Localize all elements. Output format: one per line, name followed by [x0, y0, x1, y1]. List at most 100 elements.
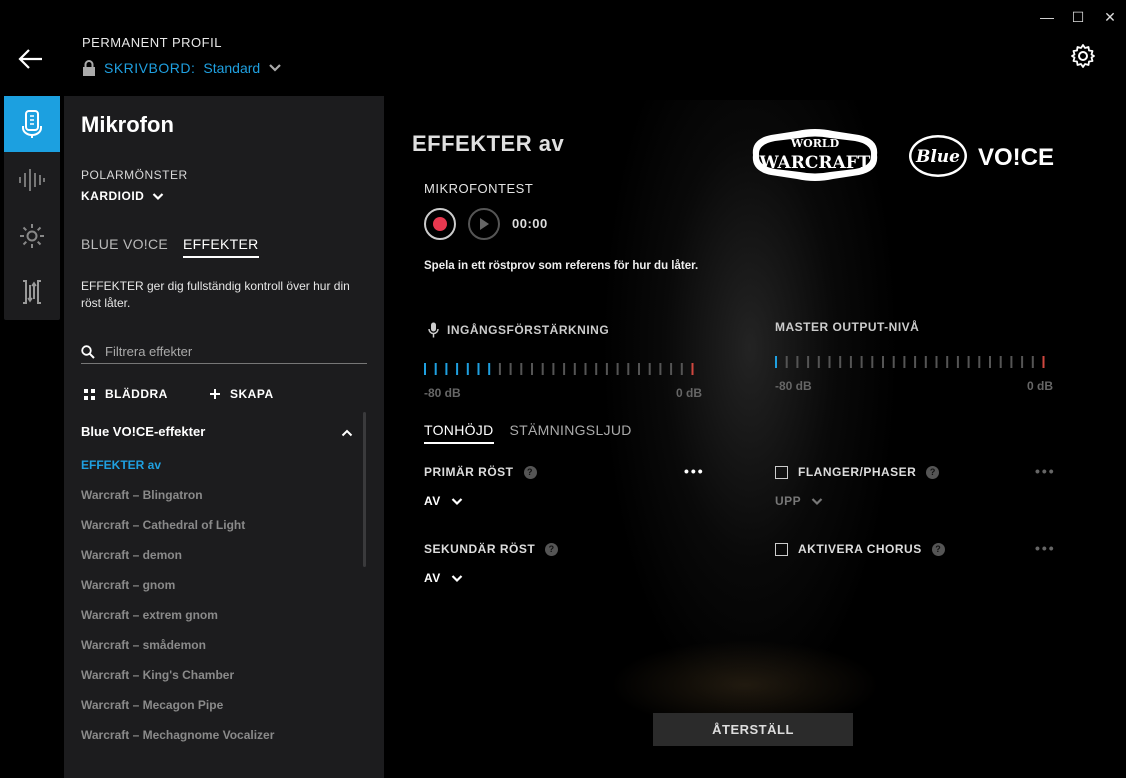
meter-segment [680, 363, 683, 375]
effect-item[interactable]: Warcraft – demon [81, 548, 351, 578]
meter-segment [914, 356, 917, 368]
record-button[interactable] [424, 208, 456, 240]
minimize-button[interactable]: — [1036, 6, 1058, 28]
nav-equalizer[interactable] [4, 152, 60, 208]
profile-name: Standard [203, 60, 261, 76]
browse-button[interactable]: BLÄDDRA [84, 387, 168, 401]
meter-segment [860, 356, 863, 368]
polar-pattern-value: KARDIOID [81, 189, 145, 203]
chorus-checkbox[interactable] [775, 542, 788, 556]
play-button[interactable] [468, 208, 500, 240]
effects-scrollbar[interactable] [363, 412, 366, 567]
effect-item[interactable]: Warcraft – Blingatron [81, 488, 351, 518]
meter-segment [849, 356, 852, 368]
filter-input[interactable]: Filtrera effekter [105, 344, 192, 359]
close-icon: ✕ [1104, 8, 1116, 25]
tab-effects[interactable]: EFFEKTER [183, 236, 259, 258]
input-gain-meter[interactable] [422, 362, 702, 376]
flanger-label: FLANGER/PHASER [798, 465, 917, 479]
meter-segment [605, 363, 608, 375]
effect-item[interactable]: Warcraft – Mecagon Pipe [81, 698, 351, 728]
tab-blue-voice[interactable]: BLUE VO!CE [81, 236, 168, 252]
input-gain-min: -80 dB [424, 386, 461, 400]
nav-microphone[interactable] [4, 96, 60, 152]
meter-segment [477, 363, 480, 375]
polar-pattern-dropdown[interactable]: KARDIOID [81, 189, 164, 203]
meter-segment [573, 363, 576, 375]
plus-icon [210, 389, 220, 399]
help-icon[interactable]: ? [523, 465, 537, 479]
help-icon[interactable]: ? [926, 465, 940, 479]
meter-segment [434, 363, 437, 375]
polar-pattern-label: POLARMÖNSTER [81, 168, 188, 182]
flanger-dropdown[interactable]: UPP [775, 494, 823, 508]
maximize-button[interactable]: ☐ [1067, 6, 1089, 28]
nav-assignments[interactable] [4, 264, 60, 320]
effect-item[interactable]: Warcraft – Cathedral of Light [81, 518, 351, 548]
input-gain-text: INGÅNGSFÖRSTÄRKNING [447, 323, 610, 337]
secondary-voice-dropdown[interactable]: AV [424, 571, 463, 585]
flanger-more-button[interactable]: ••• [1035, 463, 1056, 479]
meter-segment [785, 356, 788, 368]
play-icon [480, 218, 489, 230]
search-icon [81, 344, 95, 359]
profile-selector[interactable]: SKRIVBORD: Standard [82, 60, 282, 76]
meter-segment [670, 363, 673, 375]
close-button[interactable]: ✕ [1099, 6, 1121, 28]
help-icon[interactable]: ? [931, 542, 945, 556]
tab-ambience[interactable]: STÄMNINGSLJUD [510, 422, 632, 444]
blue-voice-logo: Blue VO!CE [909, 135, 1054, 177]
meter-segment [488, 363, 491, 375]
meter-segment [541, 363, 544, 375]
nav-lighting[interactable] [4, 208, 60, 264]
meter-segment [627, 363, 630, 375]
effect-item[interactable]: Warcraft – smådemon [81, 638, 351, 668]
effect-item[interactable]: Warcraft – gnom [81, 578, 351, 608]
profile-label: PERMANENT PROFIL [82, 35, 222, 50]
primary-voice-dropdown[interactable]: AV [424, 494, 463, 508]
master-output-max: 0 dB [1026, 379, 1053, 393]
effect-group-title[interactable]: Blue VO!CE-effekter [81, 424, 205, 439]
create-button[interactable]: SKAPA [210, 387, 274, 401]
meter-segment [466, 363, 469, 375]
waveform-icon [19, 169, 45, 191]
back-arrow-icon[interactable] [18, 46, 44, 72]
blue-logo-text: Blue [915, 147, 960, 167]
meter-segment [616, 363, 619, 375]
input-gain-scale: -80 dB 0 dB [424, 386, 702, 400]
browse-label: BLÄDDRA [105, 387, 168, 401]
meter-segment [871, 356, 874, 368]
meter-segment [584, 363, 587, 375]
master-output-meter[interactable] [773, 355, 1053, 369]
minimize-icon: — [1040, 9, 1054, 25]
tab-pitch[interactable]: TONHÖJD [424, 422, 494, 444]
effect-item[interactable]: EFFEKTER av [81, 458, 351, 488]
help-icon[interactable]: ? [545, 542, 559, 556]
sliders-icon [23, 280, 41, 304]
profile-device: SKRIVBORD: [104, 60, 196, 76]
meter-segment [552, 363, 555, 375]
meter-segment [456, 363, 459, 375]
effect-item[interactable]: Warcraft – King's Chamber [81, 668, 351, 698]
flanger-checkbox[interactable] [775, 465, 788, 479]
primary-voice-more-button[interactable]: ••• [684, 463, 705, 479]
meter-segment [924, 356, 927, 368]
filter-field[interactable]: Filtrera effekter [81, 340, 367, 364]
effect-item[interactable]: Warcraft – extrem gnom [81, 608, 351, 638]
chevron-down-icon [269, 64, 281, 72]
microphone-icon [428, 322, 439, 338]
meter-segment [424, 363, 426, 375]
gear-icon[interactable] [1070, 43, 1096, 69]
grid-icon [84, 388, 95, 400]
chevron-up-icon[interactable] [341, 428, 353, 438]
reset-button[interactable]: ÅTERSTÄLL [653, 713, 853, 746]
meter-segment [956, 356, 959, 368]
chevron-down-icon [811, 497, 823, 505]
chorus-more-button[interactable]: ••• [1035, 540, 1056, 556]
meter-segment [595, 363, 598, 375]
effect-item[interactable]: Warcraft – Mechagnome Vocalizer [81, 728, 351, 758]
brightness-icon [20, 224, 44, 248]
master-output-min: -80 dB [775, 379, 812, 393]
lock-icon [83, 60, 95, 76]
meter-segment [828, 356, 831, 368]
